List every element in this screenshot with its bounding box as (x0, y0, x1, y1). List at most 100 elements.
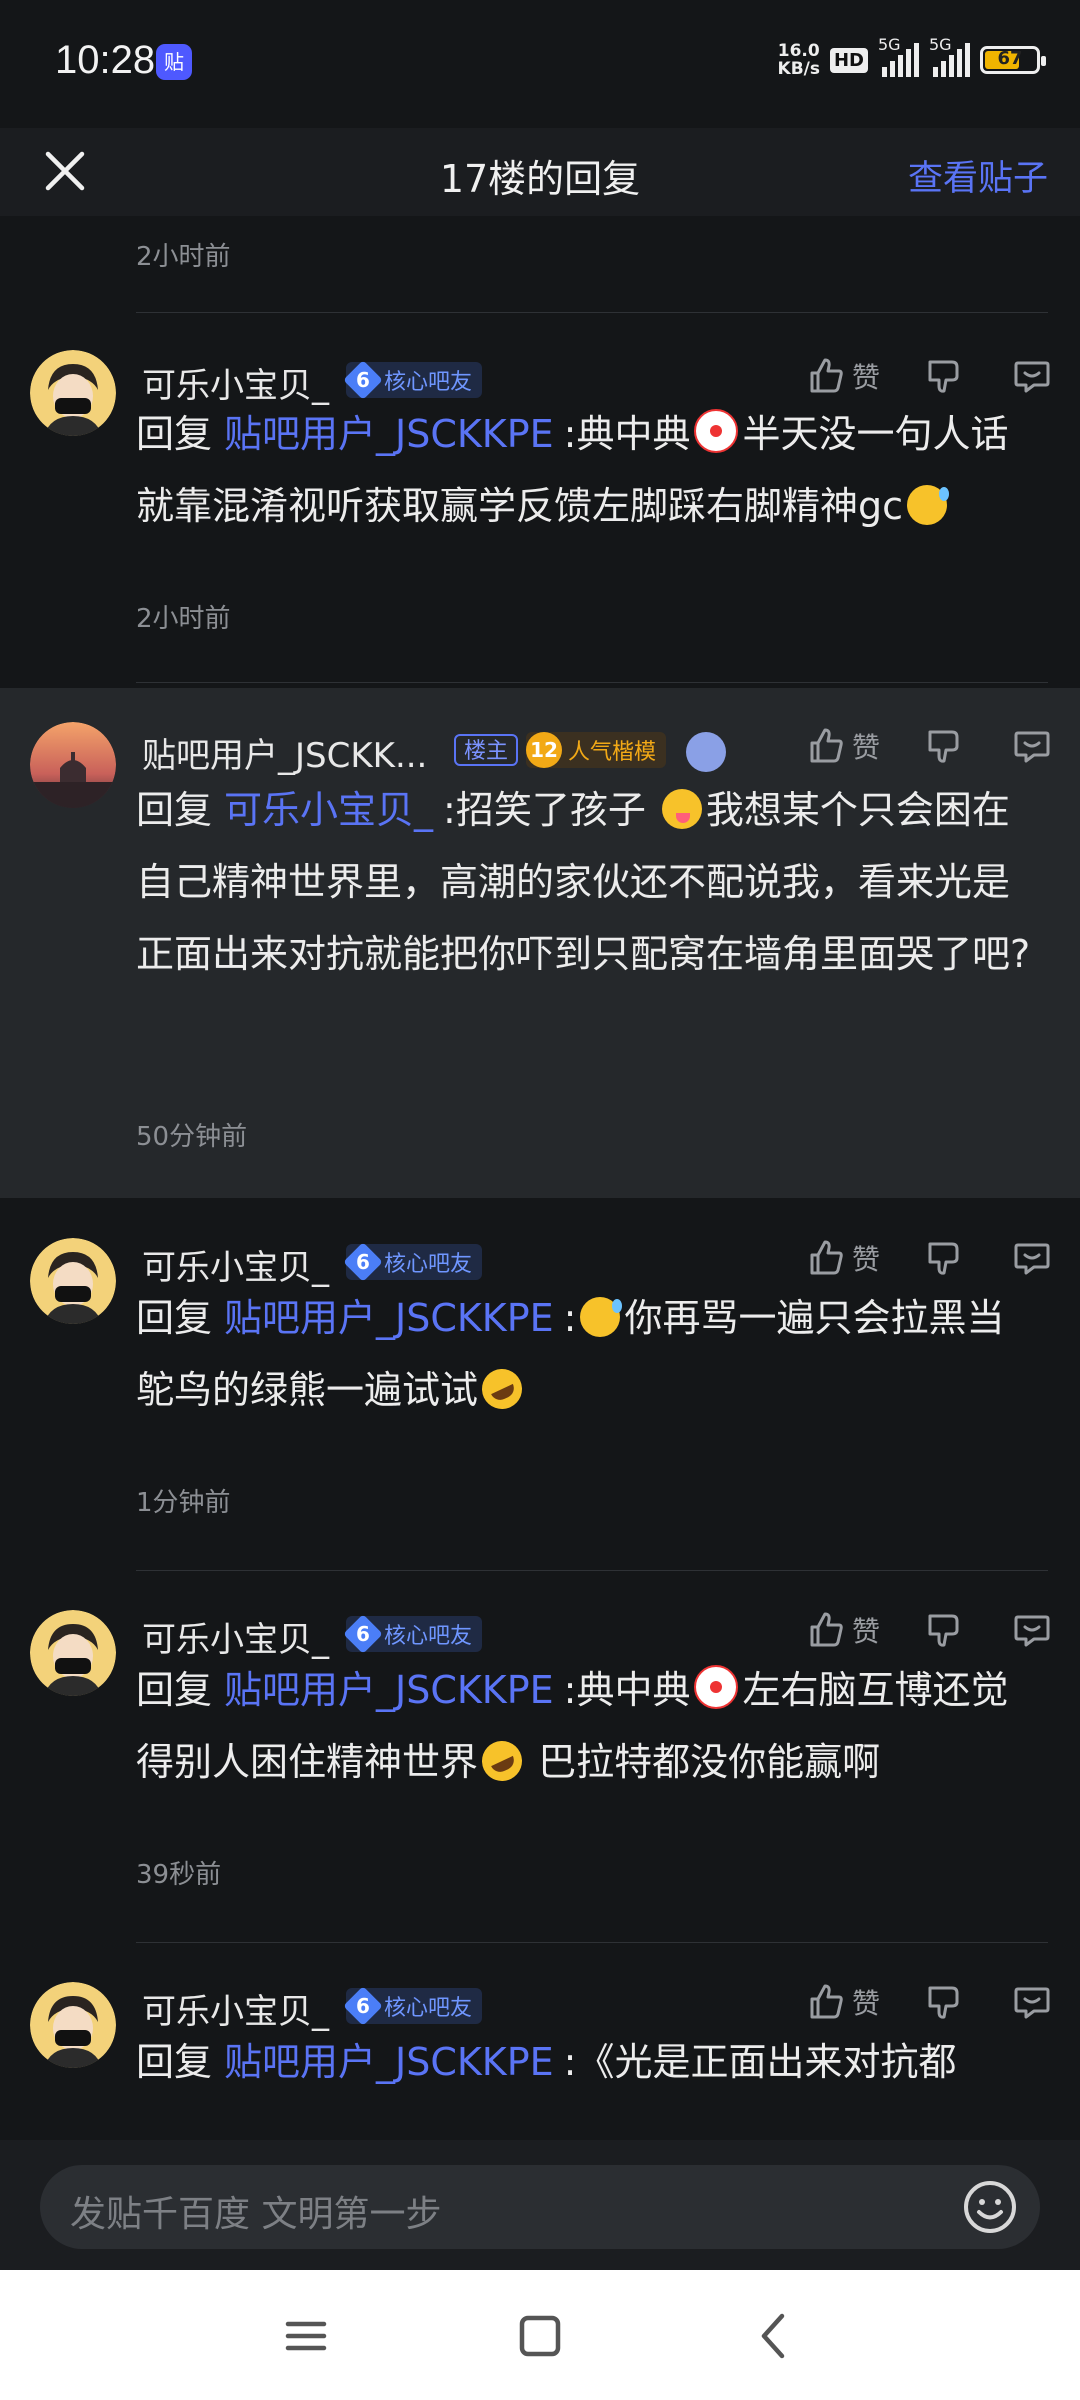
level-icon: 6 (346, 1989, 380, 2023)
comment-content: 回复 贴吧用户_JSCKKPE:典中典 半天没一句人话就靠混淆视听获取赢学反馈左脚踩… (136, 398, 1032, 542)
dislike-button[interactable] (924, 726, 964, 766)
avatar[interactable] (30, 1238, 116, 1324)
system-navigation-bar (0, 2270, 1080, 2400)
battery-icon: 67 (980, 46, 1046, 74)
dislike-button[interactable] (924, 1982, 964, 2022)
divider (136, 682, 1048, 683)
sweat-smile-emoji-icon (907, 485, 950, 525)
reply-target-link[interactable]: 贴吧用户_JSCKKPE (224, 1668, 554, 1712)
comment-text: :典中典 (563, 1668, 691, 1712)
like-icon (810, 1612, 843, 1647)
emoji-button[interactable] (960, 2177, 1020, 2237)
reply-button[interactable] (1012, 1610, 1052, 1650)
avatar[interactable] (30, 350, 116, 436)
dislike-button[interactable] (924, 356, 964, 396)
level-number: 6 (356, 1994, 370, 2018)
like-button[interactable]: 赞 (806, 726, 880, 766)
divider (136, 1942, 1048, 1943)
reply-target-link[interactable]: 贴吧用户_JSCKKPE (224, 1296, 554, 1340)
signal-icon-2: 5G (929, 35, 970, 77)
reply-button[interactable] (1012, 356, 1052, 396)
badge-label: 核心吧友 (384, 1996, 473, 2021)
hd-icon: HD (829, 47, 868, 73)
reply-list[interactable]: 2小时前 可乐小宝贝_ 6 核心吧友 赞 回复 贴吧用户_JSCKKPE:典中典半… (0, 216, 1080, 2140)
thread-owner-badge: 楼主 (454, 734, 519, 766)
reply-icon (1014, 1615, 1050, 1647)
reply-icon (1014, 1243, 1050, 1275)
reply-button[interactable] (1012, 1982, 1052, 2022)
reply-icon (1014, 731, 1050, 763)
like-label: 赞 (851, 1243, 880, 1276)
signal-icon: 5G (878, 35, 919, 77)
comment-content: 回复 可乐小宝贝_:招笑了孩子 我想某个只会困在自己精神世界里，高潮的家伙还不配说… (136, 774, 1032, 990)
reply-target-link[interactable]: 贴吧用户_JSCKKPE (224, 2040, 554, 2084)
reply-target-link[interactable]: 可乐小宝贝_ (224, 788, 433, 832)
comment-time: 50分钟前 (136, 1122, 248, 1152)
comment-text: :招笑了孩子 (443, 788, 658, 832)
divider (136, 1570, 1048, 1571)
popular-model-badge: 12 人气楷模 (526, 732, 667, 768)
avatar[interactable] (30, 722, 116, 808)
comment-actions: 赞 (776, 1982, 1052, 2022)
composer-bar: 发贴千百度 文明第一步 (0, 2140, 1080, 2270)
comment-time: 2小时前 (136, 604, 231, 634)
comment-time: 39秒前 (136, 1860, 222, 1890)
dislike-button[interactable] (924, 1238, 964, 1278)
reply-target-link[interactable]: 贴吧用户_JSCKKPE (224, 412, 554, 456)
home-button[interactable] (512, 2308, 568, 2364)
rofl-emoji-icon (475, 1362, 529, 1416)
level-number: 6 (356, 1622, 370, 1646)
reply-input[interactable]: 发贴千百度 文明第一步 (40, 2165, 1040, 2249)
like-label: 赞 (851, 361, 880, 394)
comment-text: : (563, 1296, 577, 1340)
core-member-badge: 6 核心吧友 (346, 1988, 483, 2024)
back-button[interactable] (746, 2308, 802, 2364)
dislike-button[interactable] (924, 1610, 964, 1650)
core-member-badge: 6 核心吧友 (346, 1244, 483, 1280)
comment-text: 巴拉特都没你能赢啊 (526, 1740, 881, 1784)
clown-emoji-icon (694, 1665, 739, 1709)
comment-actions: 赞 (776, 726, 1052, 766)
member-decoration-icon (686, 732, 726, 772)
comment-item: 可乐小宝贝_ 6 核心吧友 赞 回复 贴吧用户_JSCKKPE:典中典 左右脑互博还… (0, 1572, 1080, 1944)
divider (136, 312, 1048, 313)
badge-label: 人气楷模 (568, 740, 657, 765)
level-number: 6 (356, 1250, 370, 1274)
view-post-link[interactable]: 查看贴子 (908, 150, 1048, 201)
comment-content: 回复 贴吧用户_JSCKKPE: 你再骂一遍只会拉黑当鸵鸟的绿熊一遍试试 (136, 1282, 1032, 1426)
status-indicators: 16.0 KB/s HD 5G 5G 67 (778, 35, 1046, 80)
comment-actions: 赞 (776, 1610, 1052, 1650)
like-icon (810, 1240, 843, 1275)
like-label: 赞 (851, 1987, 880, 2020)
like-button[interactable]: 赞 (806, 1982, 880, 2022)
reply-keyword: 回复 (136, 1668, 213, 1712)
emoji-icon (964, 2181, 1016, 2233)
reply-button[interactable] (1012, 1238, 1052, 1278)
like-icon (810, 358, 843, 393)
like-icon (810, 728, 843, 763)
like-button[interactable]: 赞 (806, 1610, 880, 1650)
username[interactable]: 贴吧用户_JSCKK... (142, 728, 427, 777)
like-button[interactable]: 赞 (806, 1238, 880, 1278)
avatar[interactable] (30, 1982, 116, 2068)
level-number: 6 (356, 368, 370, 392)
avatar[interactable] (30, 1610, 116, 1696)
core-member-badge: 6 核心吧友 (346, 362, 483, 398)
status-time: 10:28 (55, 38, 156, 82)
comment-item: 可乐小宝贝_ 6 核心吧友 赞 回复 贴吧用户_JSCKKPE:典中典 半天没一句人… (0, 314, 1080, 686)
dislike-icon (928, 1614, 959, 1647)
dislike-icon (928, 730, 959, 763)
back-icon (761, 2313, 785, 2359)
menu-button[interactable] (278, 2308, 334, 2364)
tieba-app-icon: 贴 (156, 44, 192, 80)
home-icon (519, 2315, 561, 2357)
reply-button[interactable] (1012, 726, 1052, 766)
like-icon (810, 1984, 843, 2019)
reply-keyword: 回复 (136, 2040, 213, 2084)
sweat-smile-emoji-icon (580, 1297, 623, 1337)
comment-content: 回复 贴吧用户_JSCKKPE:《光是正面出来对抗都 (136, 2026, 1032, 2098)
network-speed-unit: KB/s (777, 59, 820, 79)
network-speed: 16.0 KB/s (778, 42, 820, 78)
clown-emoji-icon (694, 409, 739, 453)
like-button[interactable]: 赞 (806, 356, 880, 396)
